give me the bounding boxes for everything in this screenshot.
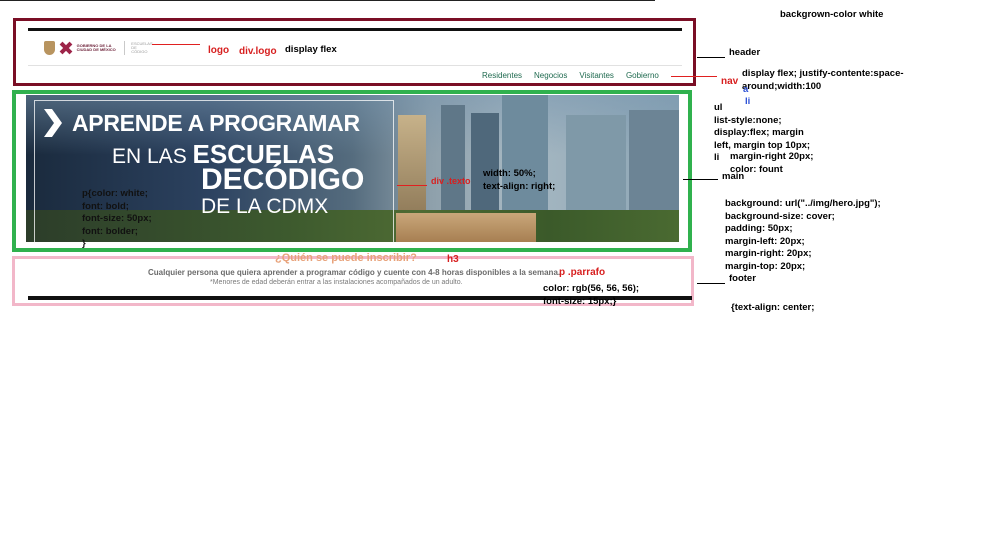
annotation-p-css: p{color: white; font: bold; font-size: 5… — [82, 188, 152, 249]
hero-line-4: DE LA CDMX — [201, 195, 329, 218]
section-heading: ¿Quién se puede inscribir? — [275, 252, 417, 264]
annotation-pointer — [397, 185, 427, 186]
annotation-pointer — [152, 44, 200, 45]
annotation-h3: h3 — [447, 254, 459, 265]
annotation-pointer — [671, 76, 717, 77]
cdmx-emblem-icon — [59, 41, 72, 55]
annotation-logo: logo — [208, 45, 230, 56]
annotation-div-logo: div.logo — [239, 46, 277, 57]
nav-item-visitantes[interactable]: Visitantes — [579, 71, 614, 80]
annotation-p-parrafo: p .parrafo — [559, 267, 606, 278]
logo-subtext: ESCUELAS DE CÓDIGO — [131, 41, 153, 54]
nav-item-residentes[interactable]: Residentes — [482, 71, 522, 80]
header-top-bar — [28, 28, 682, 31]
annotation-display-flex: display flex — [285, 44, 337, 55]
hero-line-1: APRENDE A PROGRAMAR — [72, 110, 360, 136]
annotation-div-texto: div .texto — [431, 176, 471, 186]
annotation-a: a — [743, 84, 749, 95]
annotation-texto-css: width: 50%; text-align: right; — [483, 168, 556, 192]
logo-divider — [124, 41, 126, 55]
annotation-text-align: {text-align: center; — [731, 302, 815, 313]
nav-menu: Residentes Negocios Visitantes Gobierno — [470, 71, 659, 80]
hero-line-2-light: EN LAS — [112, 145, 193, 168]
annotation-nav-css: display flex; justify-contente:space- ar… — [742, 68, 904, 92]
annotation-pointer — [697, 57, 725, 58]
paragraph: Cualquier persona que quiera aprender a … — [148, 268, 561, 277]
logo-text: GOBIERNO DE LA CIUDAD DE MÉXICO — [76, 43, 116, 52]
hero-line-3: DECÓDIGO — [201, 163, 365, 196]
annotation-footer: footer — [729, 273, 756, 284]
hero-building — [629, 110, 679, 220]
logo[interactable]: GOBIERNO DE LA CIUDAD DE MÉXICO ESCUELAS… — [44, 39, 154, 57]
annotation-pointer — [697, 283, 725, 284]
top-divider — [0, 0, 655, 1]
annotation-background: backgrown-color white — [780, 9, 884, 20]
nav-item-negocios[interactable]: Negocios — [534, 71, 567, 80]
annotation-nav: nav — [721, 76, 739, 87]
chevron-right-icon — [44, 109, 62, 137]
annotation-main: main — [722, 171, 745, 182]
annotation-pointer — [683, 179, 718, 180]
nav-item-gobierno[interactable]: Gobierno — [626, 71, 659, 80]
annotation-parrafo-css: color: rgb(56, 56, 56); font-size: 15px;… — [543, 283, 640, 307]
hero-building — [502, 95, 548, 215]
hero-monument — [398, 115, 426, 225]
annotation-main-css: background: url("../img/hero.jpg"); back… — [725, 198, 881, 272]
hero-building — [441, 105, 465, 215]
header-separator — [28, 65, 682, 66]
hero-plaza — [396, 213, 536, 242]
annotation-header: header — [729, 47, 761, 58]
coat-of-arms-icon — [44, 41, 56, 55]
hero-building — [471, 113, 499, 213]
hero-building — [566, 115, 626, 210]
note-text: *Menores de edad deberán entrar a las in… — [210, 279, 463, 286]
